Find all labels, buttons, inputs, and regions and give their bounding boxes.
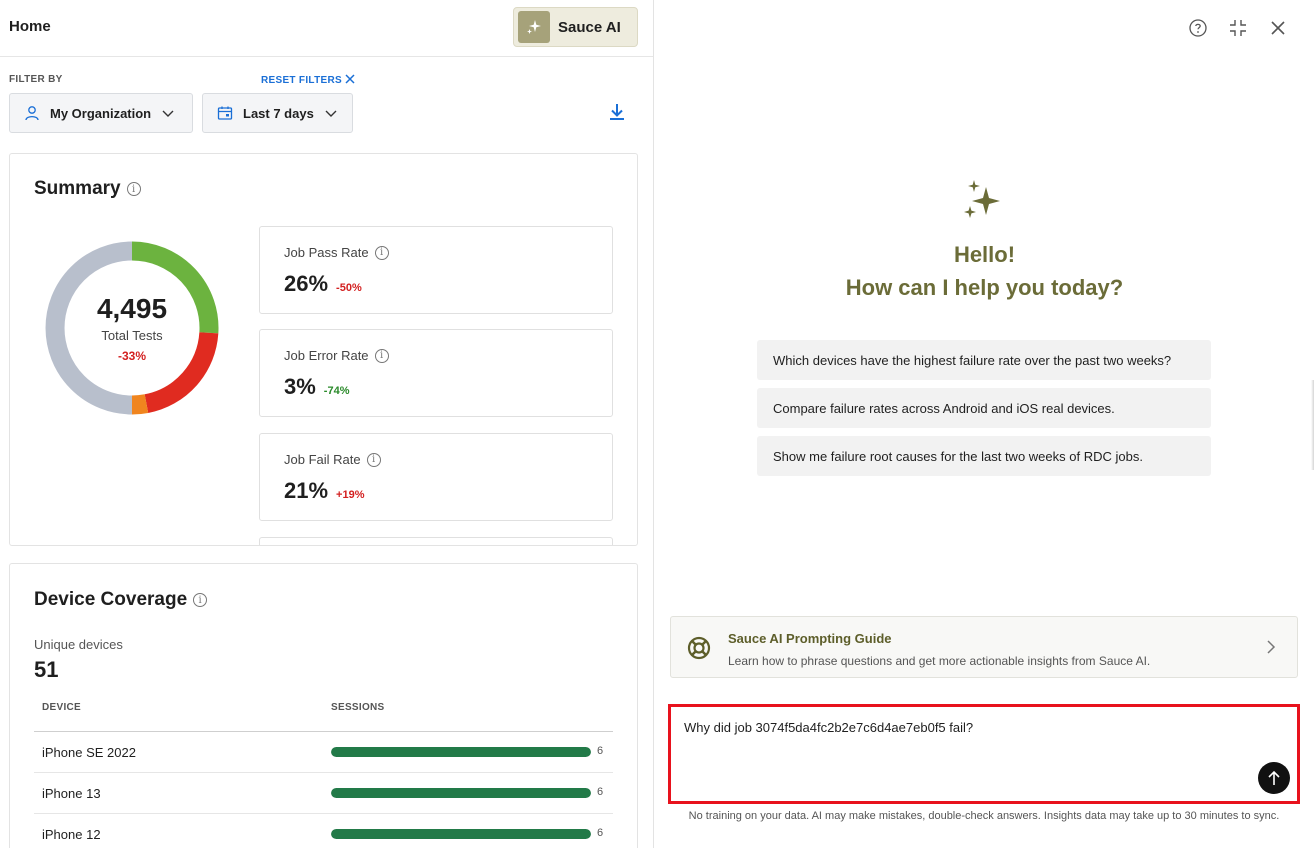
table-row[interactable]: iPhone 12 6 — [34, 814, 613, 848]
chevron-down-icon — [324, 106, 338, 120]
close-icon — [345, 74, 355, 87]
job-pass-rate-card[interactable]: Job Pass Rate i 26% -50% — [259, 226, 613, 314]
sparkles-icon — [962, 180, 1006, 227]
metric-value: 26% -50% — [284, 271, 362, 297]
metric-delta: +19% — [336, 489, 365, 501]
send-button[interactable] — [1258, 762, 1290, 794]
info-icon[interactable]: i — [374, 348, 389, 363]
sessions-count: 6 — [597, 786, 604, 798]
summary-title: Summary i — [34, 178, 141, 200]
page-title: Home — [9, 18, 51, 35]
arrow-up-icon — [1268, 770, 1280, 785]
job-error-rate-card[interactable]: Job Error Rate i 3% -74% — [259, 329, 613, 417]
reset-filters-label: RESET FILTERS — [261, 75, 342, 86]
close-icon[interactable] — [1268, 18, 1288, 38]
sauce-ai-button[interactable]: Sauce AI — [513, 7, 638, 47]
date-range-value: Last 7 days — [243, 105, 314, 121]
donut-center: 4,495 Total Tests -33% — [44, 240, 220, 416]
total-tests-value: 4,495 — [96, 293, 168, 324]
sauce-ai-panel: Hello! How can I help you today? Which d… — [655, 0, 1314, 848]
metric-delta: -74% — [323, 385, 350, 397]
metric-label: Job Pass Rate i — [284, 245, 389, 260]
info-icon[interactable]: i — [366, 452, 381, 467]
metric-value-text: 3% — [284, 374, 316, 399]
summary-card: Summary i 4,495 Total Tests -33% Job Pas… — [9, 153, 638, 546]
sessions-count: 6 — [597, 745, 604, 757]
download-icon[interactable] — [607, 102, 627, 127]
device-coverage-card: Device Coverage i Unique devices 51 DEVI… — [9, 563, 638, 848]
guide-title: Sauce AI Prompting Guide — [728, 631, 892, 646]
metric-value: 3% -74% — [284, 374, 349, 400]
metric-delta: -50% — [336, 282, 362, 294]
metric-value-text: 26% — [284, 271, 329, 296]
suggestion-button[interactable]: Which devices have the highest failure r… — [757, 340, 1211, 380]
disclaimer-text: No training on your data. AI may make mi… — [688, 810, 1280, 822]
metric-label-text: Job Error Rate — [284, 348, 369, 363]
next-metric-card[interactable] — [259, 537, 613, 545]
unique-devices-label: Unique devices — [34, 637, 123, 652]
unique-devices-value: 51 — [34, 657, 59, 682]
sessions-bar — [331, 747, 591, 757]
suggestion-button[interactable]: Compare failure rates across Android and… — [757, 388, 1211, 428]
organization-dropdown[interactable]: My Organization — [9, 93, 193, 133]
column-device[interactable]: DEVICE — [42, 702, 81, 713]
table-header: DEVICE SESSIONS — [34, 698, 613, 732]
prompting-guide-card[interactable]: Sauce AI Prompting Guide Learn how to ph… — [670, 616, 1298, 678]
info-icon[interactable]: i — [374, 245, 389, 260]
sessions-bar — [331, 829, 591, 839]
top-bar: Home Sauce AI — [0, 0, 653, 57]
device-name: iPhone 13 — [42, 786, 101, 801]
table-row[interactable]: iPhone SE 2022 6 — [34, 732, 613, 773]
summary-title-text: Summary — [34, 178, 121, 199]
table-row[interactable]: iPhone 13 6 — [34, 773, 613, 814]
total-tests-label: Total Tests — [101, 328, 163, 343]
guide-subtitle: Learn how to phrase questions and get mo… — [728, 654, 1151, 668]
life-ring-icon — [687, 636, 711, 665]
dashboard-pane: Home Sauce AI FILTER BY RESET FILTERS My… — [0, 0, 654, 848]
greeting: Hello! — [953, 242, 1016, 267]
column-sessions[interactable]: SESSIONS — [331, 702, 385, 713]
metric-label-text: Job Pass Rate — [284, 245, 369, 260]
info-icon[interactable]: i — [193, 593, 208, 607]
total-tests-delta: -33% — [117, 349, 146, 363]
prompt-text[interactable]: Why did job 3074f5da4fc2b2e7c6d4ae7eb0f5… — [684, 720, 973, 735]
minimize-icon[interactable] — [1228, 18, 1248, 38]
metric-label-text: Job Fail Rate — [284, 452, 361, 467]
metric-label: Job Error Rate i — [284, 348, 389, 363]
metric-value: 21% +19% — [284, 478, 365, 504]
reset-filters-link[interactable]: RESET FILTERS — [261, 74, 355, 87]
chevron-down-icon — [161, 106, 175, 120]
job-fail-rate-card[interactable]: Job Fail Rate i 21% +19% — [259, 433, 613, 521]
info-icon[interactable]: i — [126, 182, 141, 196]
prompt-input[interactable]: Why did job 3074f5da4fc2b2e7c6d4ae7eb0f5… — [668, 704, 1300, 804]
sessions-bar — [331, 788, 591, 798]
organization-value: My Organization — [50, 105, 152, 121]
calendar-icon — [217, 105, 233, 121]
filter-by-label: FILTER BY — [9, 74, 63, 85]
metric-label: Job Fail Rate i — [284, 452, 381, 467]
device-name: iPhone 12 — [42, 827, 101, 842]
user-icon — [24, 105, 40, 121]
sessions-count: 6 — [597, 827, 604, 839]
date-range-dropdown[interactable]: Last 7 days — [202, 93, 353, 133]
metric-value-text: 21% — [284, 478, 329, 503]
device-name: iPhone SE 2022 — [42, 745, 136, 760]
device-coverage-title-text: Device Coverage — [34, 589, 188, 610]
sparkle-icon — [518, 11, 550, 43]
sauce-ai-label: Sauce AI — [558, 18, 621, 36]
suggestion-button[interactable]: Show me failure root causes for the last… — [757, 436, 1211, 476]
chevron-right-icon — [1265, 639, 1277, 660]
greeting-question: How can I help you today? — [845, 275, 1124, 300]
help-icon[interactable] — [1188, 18, 1208, 38]
device-coverage-title: Device Coverage i — [34, 589, 208, 611]
